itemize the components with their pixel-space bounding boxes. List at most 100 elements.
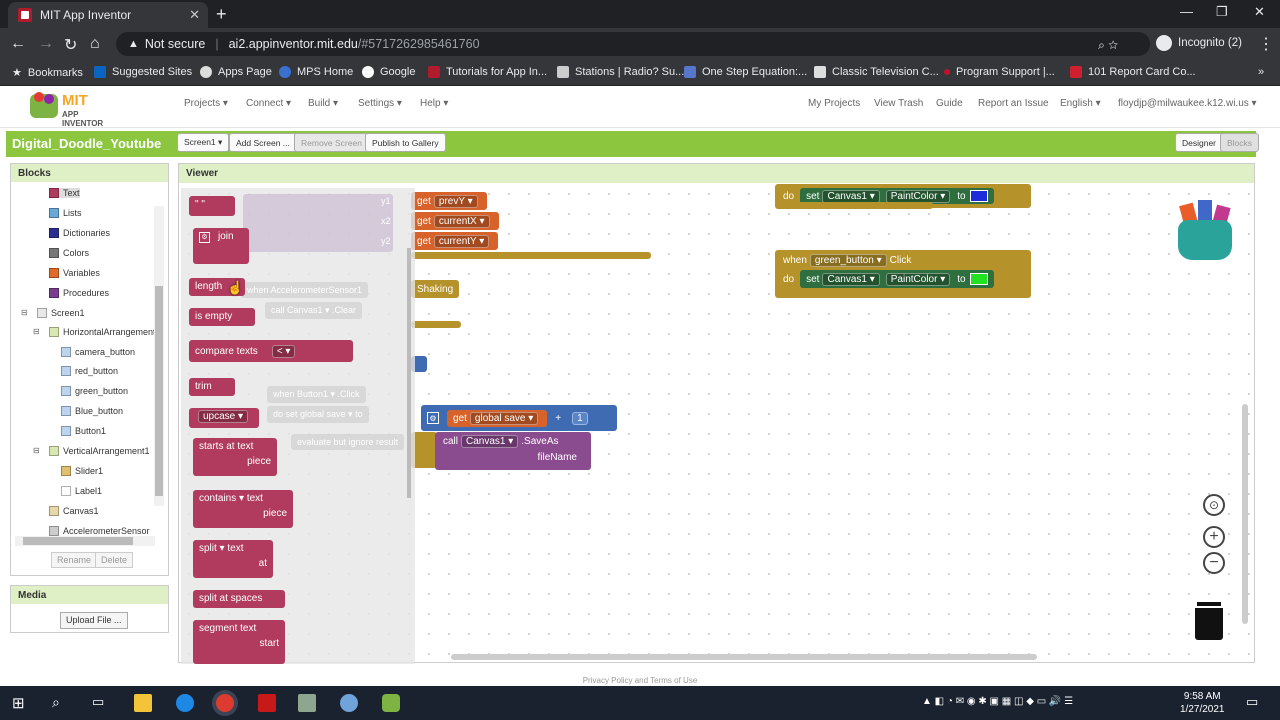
notifications-icon[interactable]: ▭ xyxy=(1246,694,1258,710)
bookmark-item[interactable]: Suggested Sites xyxy=(94,66,192,78)
split-at-spaces-block[interactable]: split at spaces xyxy=(193,590,285,608)
trash-icon[interactable] xyxy=(1195,602,1223,640)
compare-texts-block[interactable]: compare texts < ▾ xyxy=(189,340,353,362)
tree-vertical-scrollbar[interactable] xyxy=(154,206,164,506)
windows-start-icon[interactable]: ⊞ xyxy=(12,694,30,712)
bookmark-item[interactable]: Classic Television C... xyxy=(814,66,939,78)
bookmark-item[interactable]: MPS Home xyxy=(279,66,353,78)
logo[interactable]: MIT APP INVENTOR xyxy=(30,90,120,128)
close-tab-icon[interactable]: ✕ xyxy=(189,7,200,23)
collapse-icon[interactable]: ⊟ xyxy=(33,446,40,455)
blocks-button[interactable]: Blocks xyxy=(1220,133,1260,152)
menu-build[interactable]: Build ▾ xyxy=(308,98,338,109)
tree-slider1[interactable]: Slider1 xyxy=(61,466,103,476)
upcase-block[interactable]: upcase ▾ xyxy=(189,408,259,428)
collapse-icon[interactable]: ⊟ xyxy=(33,327,40,336)
menu-help[interactable]: Help ▾ xyxy=(420,98,448,109)
menu-settings[interactable]: Settings ▾ xyxy=(358,98,402,109)
gear-icon[interactable]: ⚙ xyxy=(199,232,210,243)
get-global-save-block[interactable]: get global save ▾ xyxy=(447,409,548,427)
footer-link[interactable]: Privacy Policy and Terms of Use xyxy=(0,676,1280,686)
join-block[interactable]: ⚙ join xyxy=(193,228,249,264)
text-blocks-flyout[interactable]: y1 x2 y2 when AccelerometerSensor1 call … xyxy=(181,188,415,664)
event-block-bottom[interactable] xyxy=(411,252,651,259)
delete-button[interactable]: Delete xyxy=(95,552,134,568)
zoom-search-icon[interactable]: ⌕ ☆ xyxy=(1098,38,1118,53)
tree-horizontal-scrollbar[interactable] xyxy=(15,536,155,546)
backpack-icon[interactable] xyxy=(1172,200,1236,260)
bookmark-item[interactable]: 101 Report Card Co... xyxy=(1070,66,1196,78)
back-icon[interactable]: ← xyxy=(10,35,26,53)
home-icon[interactable]: ⌂ xyxy=(90,35,100,53)
screen-select-button[interactable]: Screen1 ▾ xyxy=(177,133,230,152)
builtin-dictionaries[interactable]: Dictionaries xyxy=(49,228,110,238)
event-block-bottom[interactable] xyxy=(411,321,461,328)
builtin-text[interactable]: Text xyxy=(49,188,80,198)
minimize-icon[interactable]: — xyxy=(1180,4,1193,19)
bookmark-item[interactable]: Program Support |... xyxy=(944,66,1055,78)
gear-icon[interactable]: ⚙ xyxy=(427,412,439,424)
system-tray-icons[interactable]: ▲ ◧ ◔ ✉ ◉ ✱ ▣ ▦ ◫ ◆ ▭ 🔊 ☰ xyxy=(922,696,1073,707)
bookmark-item[interactable]: Tutorials for App In... xyxy=(428,66,547,78)
window-close-icon[interactable]: ✕ xyxy=(1254,4,1265,20)
add-math-block[interactable]: ⚙ get global save ▾ + 1 xyxy=(421,405,617,431)
bookmark-item[interactable]: Apps Page xyxy=(200,66,272,78)
account-menu[interactable]: floydjp@milwaukee.k12.wi.us ▾ xyxy=(1118,98,1257,109)
green-color-swatch[interactable] xyxy=(969,273,988,285)
blocks-viewer[interactable]: Viewer get prevY ▾ get currentX ▾ get curre… xyxy=(178,163,1255,664)
tree-screen1[interactable]: ⊟ Screen1 xyxy=(21,308,85,318)
scroll-thumb[interactable] xyxy=(23,537,133,545)
report-issue-link[interactable]: Report an Issue xyxy=(978,98,1049,109)
workspace-horizontal-scrollbar[interactable] xyxy=(451,654,1037,660)
tree-horizontal-arrangement[interactable]: ⊟ HorizontalArrangement xyxy=(33,327,156,337)
task-view-icon[interactable]: ▭ xyxy=(92,694,110,712)
add-screen-button[interactable]: Add Screen ... xyxy=(229,133,297,152)
upload-file-button[interactable]: Upload File ... xyxy=(60,612,128,629)
builtin-variables[interactable]: Variables xyxy=(49,268,100,278)
tree-accelerometer[interactable]: AccelerometerSensor xyxy=(49,526,150,536)
view-trash-link[interactable]: View Trash xyxy=(874,98,923,109)
shaking-event-block[interactable]: Shaking xyxy=(411,280,460,298)
profile-button[interactable]: Incognito (2) xyxy=(1156,35,1242,51)
android-icon[interactable] xyxy=(382,694,400,712)
builtin-colors[interactable]: Colors xyxy=(49,248,89,258)
tree-blue-button[interactable]: Blue_button xyxy=(61,406,123,416)
split-block[interactable]: split ▾ text at xyxy=(193,540,273,578)
workspace-vertical-scrollbar[interactable] xyxy=(1242,404,1248,624)
file-explorer-icon[interactable] xyxy=(134,694,152,712)
set-canvas-paintcolor-block[interactable]: set Canvas1 ▾ PaintColor ▾ to xyxy=(800,270,994,288)
app-icon[interactable] xyxy=(340,694,358,712)
scroll-thumb[interactable] xyxy=(155,286,163,496)
tree-vertical-arrangement[interactable]: ⊟ VerticalArrangement1 xyxy=(33,446,150,456)
search-icon[interactable]: ⌕ xyxy=(52,694,70,712)
rename-button[interactable]: Rename xyxy=(51,552,98,568)
tree-canvas1[interactable]: Canvas1 xyxy=(49,506,99,516)
tree-button1[interactable]: Button1 xyxy=(61,426,106,436)
tree-camera-button[interactable]: camera_button xyxy=(61,347,135,357)
starts-at-block[interactable]: starts at text piece xyxy=(193,438,277,476)
address-bar[interactable]: ▲ Not secure | ai2.appinventor.mit.edu /… xyxy=(116,32,1150,56)
maximize-icon[interactable]: ❐ xyxy=(1216,4,1228,20)
clock[interactable]: 9:58 AM 1/27/2021 xyxy=(1180,690,1225,716)
zoom-in-icon[interactable]: + xyxy=(1203,526,1225,548)
flyout-scrollbar[interactable] xyxy=(407,248,411,498)
more-bookmarks-icon[interactable]: » xyxy=(1258,66,1264,78)
get-currenty-block[interactable]: get currentY ▾ xyxy=(411,232,499,250)
app-icon[interactable] xyxy=(298,694,316,712)
publish-gallery-button[interactable]: Publish to Gallery xyxy=(365,133,446,152)
bookmark-item[interactable]: ★ Bookmarks xyxy=(12,66,83,80)
browser-menu-icon[interactable]: ⋮ xyxy=(1258,34,1274,54)
chrome-icon[interactable] xyxy=(216,694,234,712)
zoom-out-icon[interactable]: − xyxy=(1203,552,1225,574)
get-currentx-block[interactable]: get currentX ▾ xyxy=(411,212,499,230)
menu-connect[interactable]: Connect ▾ xyxy=(246,98,291,109)
get-prevy-block[interactable]: get prevY ▾ xyxy=(411,192,487,210)
menu-projects[interactable]: Projects ▾ xyxy=(184,98,228,109)
tree-green-button[interactable]: green_button xyxy=(61,386,128,396)
guide-link[interactable]: Guide xyxy=(936,98,963,109)
forward-icon[interactable]: → xyxy=(38,35,54,53)
browser-tab[interactable]: MIT App Inventor ✕ xyxy=(8,2,208,28)
tree-label1[interactable]: Label1 xyxy=(61,486,102,496)
event-block-bottom[interactable] xyxy=(775,202,933,209)
language-menu[interactable]: English ▾ xyxy=(1060,98,1101,109)
